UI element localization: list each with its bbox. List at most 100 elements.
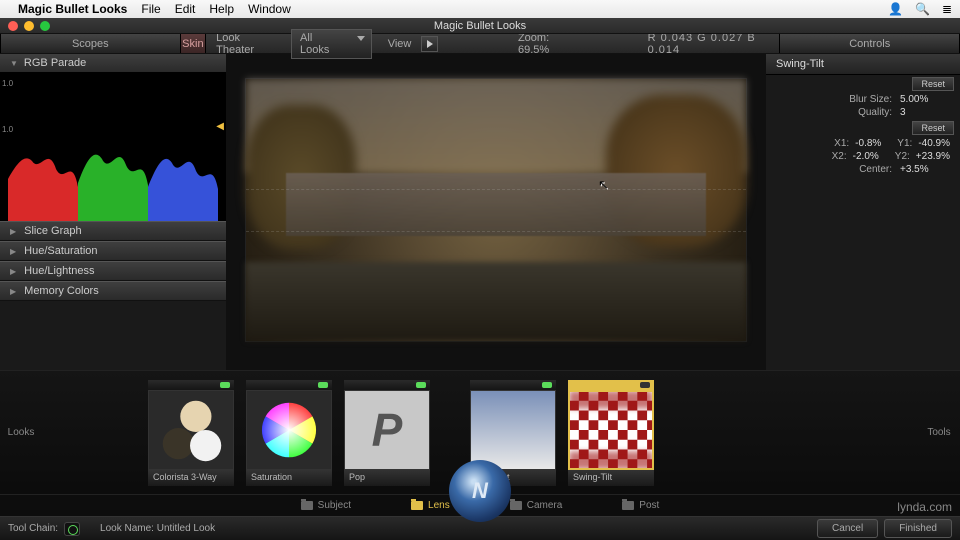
mac-menu-bar: Magic Bullet Looks File Edit Help Window… xyxy=(0,0,960,18)
stage-subject[interactable]: Subject xyxy=(301,500,351,511)
window-title: Magic Bullet Looks xyxy=(434,20,526,32)
minimize-window-button[interactable] xyxy=(24,21,34,31)
pop-thumb: P xyxy=(344,390,430,470)
power-on-icon xyxy=(220,382,230,388)
chain-power-toggle[interactable] xyxy=(64,522,80,536)
lynda-watermark: lynda.com xyxy=(897,500,952,514)
hue-saturation-row[interactable]: Hue/Saturation xyxy=(0,241,226,261)
look-name-label: Look Name: xyxy=(100,523,154,534)
folder-icon xyxy=(301,501,313,510)
menu-window[interactable]: Window xyxy=(248,2,291,16)
axis-tick-top: 1.0 xyxy=(2,79,13,88)
tools-container: Colorista 3-Way Saturation xyxy=(148,380,654,486)
y2-label: Y2: xyxy=(895,151,910,162)
stage-label: Lens xyxy=(428,500,450,511)
power-on-icon xyxy=(542,382,552,388)
tool-power-toggle[interactable] xyxy=(568,380,654,390)
preview-viewport[interactable] xyxy=(245,78,747,342)
blur-size-label: Blur Size: xyxy=(776,94,892,105)
tool-label: Pop xyxy=(344,470,430,486)
zoom-window-button[interactable] xyxy=(40,21,50,31)
folder-icon xyxy=(510,501,522,510)
y2-value[interactable]: +23.9% xyxy=(916,151,950,162)
play-preview-button[interactable] xyxy=(421,36,438,52)
stage-post[interactable]: Post xyxy=(622,500,659,511)
stage-label: Subject xyxy=(318,500,351,511)
tool-label: Saturation xyxy=(246,470,332,486)
view-label[interactable]: View xyxy=(382,38,418,50)
finished-button[interactable]: Finished xyxy=(884,519,952,538)
rgb-parade-label: RGB Parade xyxy=(24,57,86,69)
look-name-value[interactable]: Untitled Look xyxy=(157,523,215,534)
power-on-icon xyxy=(416,382,426,388)
tool-card-swing-tilt[interactable]: Swing-Tilt xyxy=(568,380,654,486)
tool-power-toggle[interactable] xyxy=(148,380,234,390)
scopes-tab[interactable]: Scopes xyxy=(0,34,181,53)
main-area: RGB Parade 1.0 1.0 ◀ Slice Graph Hue/Sat… xyxy=(0,54,960,370)
rgb-readout: R 0.043 G 0.027 B 0.014 xyxy=(648,32,780,56)
watermark-logo: N xyxy=(449,460,511,522)
x1-label: X1: xyxy=(834,138,849,149)
window-titlebar: Magic Bullet Looks xyxy=(0,18,960,34)
tool-label: Colorista 3-Way xyxy=(148,470,234,486)
menu-help[interactable]: Help xyxy=(209,2,234,16)
traffic-lights xyxy=(8,21,50,31)
tools-drawer-label[interactable]: Tools xyxy=(922,427,956,438)
x1-value[interactable]: -0.8% xyxy=(855,138,881,149)
power-on-icon xyxy=(640,382,650,388)
rgb-parade-header[interactable]: RGB Parade xyxy=(0,54,226,73)
close-window-button[interactable] xyxy=(8,21,18,31)
swing-tilt-thumb xyxy=(568,390,654,470)
y1-value[interactable]: -40.9% xyxy=(918,138,950,149)
toolbar: Scopes Skin Look Theater All Looks View … xyxy=(0,34,960,54)
blur-size-value[interactable]: 5.00% xyxy=(900,94,950,105)
tool-chain-section: Tool Chain: xyxy=(8,522,80,536)
menu-file[interactable]: File xyxy=(141,2,160,16)
stage-camera[interactable]: Camera xyxy=(510,500,563,511)
hue-lightness-row[interactable]: Hue/Lightness xyxy=(0,261,226,281)
tool-card-saturation[interactable]: Saturation xyxy=(246,380,332,486)
looks-drawer-label[interactable]: Looks xyxy=(4,427,38,438)
all-looks-dropdown[interactable]: All Looks xyxy=(291,29,372,59)
power-on-icon xyxy=(318,382,328,388)
app-menu[interactable]: Magic Bullet Looks xyxy=(18,2,127,16)
colorista-thumb xyxy=(148,390,234,470)
rgb-parade-scope[interactable]: 1.0 1.0 ◀ xyxy=(0,73,226,221)
tool-power-toggle[interactable] xyxy=(470,380,556,390)
tool-card-pop[interactable]: P Pop xyxy=(344,380,430,486)
spotlight-icon[interactable]: 🔍 xyxy=(915,2,930,16)
folder-icon xyxy=(411,501,423,510)
stage-label: Post xyxy=(639,500,659,511)
tool-chain-label: Tool Chain: xyxy=(8,523,58,534)
x2-value[interactable]: -2.0% xyxy=(853,151,879,162)
saturation-thumb xyxy=(246,390,332,470)
scopes-panel: RGB Parade 1.0 1.0 ◀ Slice Graph Hue/Sat… xyxy=(0,54,226,370)
tool-power-toggle[interactable] xyxy=(246,380,332,390)
menu-list-icon[interactable]: ≣ xyxy=(942,2,952,16)
quality-value[interactable]: 3 xyxy=(900,107,950,118)
reset-position-button[interactable]: Reset xyxy=(912,121,954,135)
quality-label: Quality: xyxy=(776,107,892,118)
stage-label: Camera xyxy=(527,500,563,511)
controls-tab[interactable]: Controls xyxy=(779,34,960,53)
slice-graph-row[interactable]: Slice Graph xyxy=(0,221,226,241)
x2-label: X2: xyxy=(832,151,847,162)
memory-colors-row[interactable]: Memory Colors xyxy=(0,281,226,301)
tool-card-colorista[interactable]: Colorista 3-Way xyxy=(148,380,234,486)
skin-tab[interactable]: Skin xyxy=(181,34,207,53)
controls-panel: Swing-Tilt Reset Blur Size: 5.00% Qualit… xyxy=(766,54,960,370)
stage-lens[interactable]: Lens xyxy=(411,500,450,511)
preview-area xyxy=(226,54,766,370)
tool-label: Swing-Tilt xyxy=(568,470,654,486)
folder-icon xyxy=(622,501,634,510)
reset-blur-button[interactable]: Reset xyxy=(912,77,954,91)
zoom-readout: Zoom: 69.5% xyxy=(518,32,578,56)
menu-edit[interactable]: Edit xyxy=(175,2,196,16)
controls-title: Swing-Tilt xyxy=(766,54,960,75)
cursor-icon xyxy=(598,177,609,193)
user-icon[interactable]: 👤 xyxy=(888,2,903,16)
tool-power-toggle[interactable] xyxy=(344,380,430,390)
rgb-parade-svg xyxy=(8,125,218,221)
center-value[interactable]: +3.5% xyxy=(900,164,950,175)
cancel-button[interactable]: Cancel xyxy=(817,519,878,538)
